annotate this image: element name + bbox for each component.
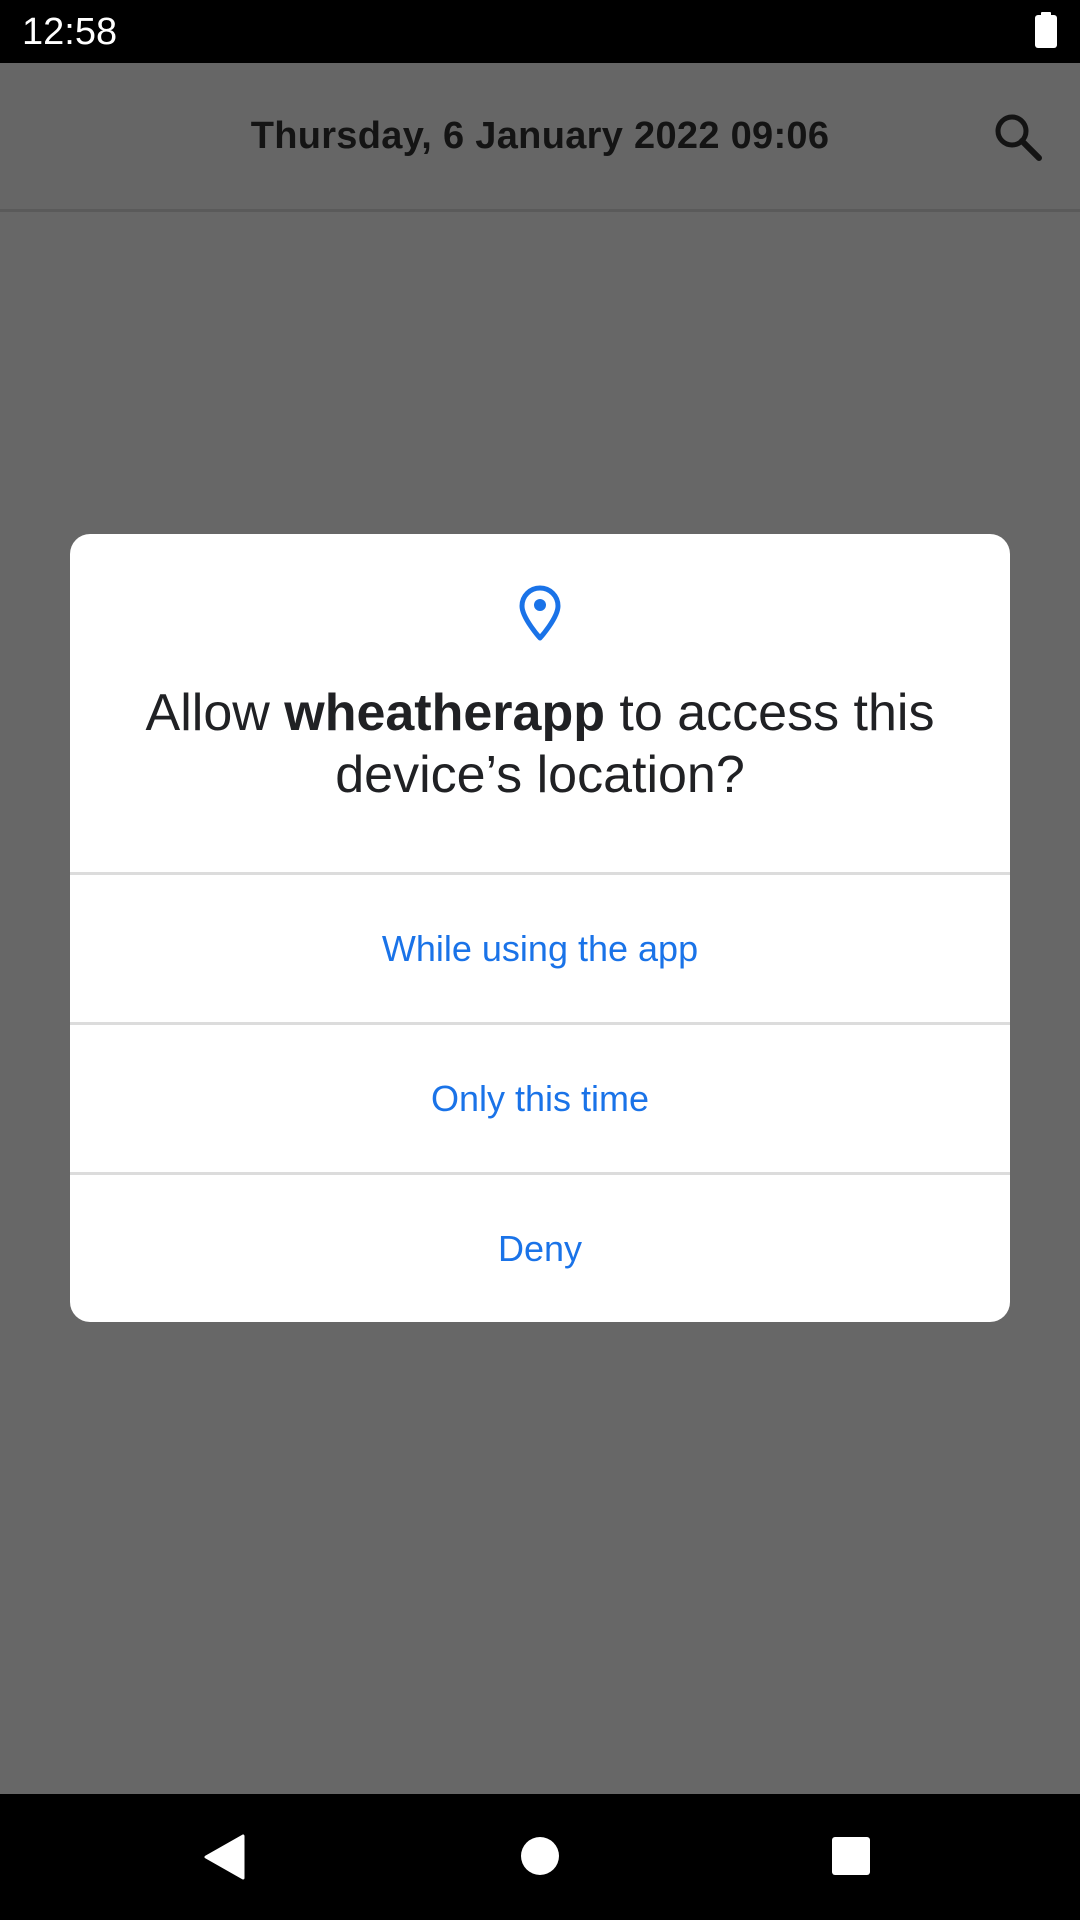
app-bar-title: Thursday, 6 January 2022 09:06 <box>250 115 830 157</box>
status-bar: 12:58 <box>0 0 1080 63</box>
screen: 12:58 Thursday, 6 January 2022 09:06 All… <box>0 0 1080 1920</box>
dialog-header: Allow wheatherapp to access this device’… <box>70 534 1010 872</box>
dialog-title-app-name: wheatherapp <box>284 684 605 742</box>
only-this-time-button[interactable]: Only this time <box>70 1025 1010 1172</box>
back-triangle-icon[interactable] <box>203 1834 245 1880</box>
navigation-bar <box>0 1794 1080 1920</box>
app-bar: Thursday, 6 January 2022 09:06 <box>0 63 1080 212</box>
search-icon[interactable] <box>992 111 1044 163</box>
while-using-app-button[interactable]: While using the app <box>70 875 1010 1022</box>
dialog-title-prefix: Allow <box>145 684 285 742</box>
deny-button[interactable]: Deny <box>70 1175 1010 1322</box>
recents-square-icon[interactable] <box>831 1836 871 1876</box>
location-pin-icon <box>518 584 562 642</box>
home-circle-icon[interactable] <box>520 1836 560 1876</box>
battery-full-icon <box>1034 12 1058 48</box>
permission-dialog: Allow wheatherapp to access this device’… <box>70 534 1010 1322</box>
dialog-title: Allow wheatherapp to access this device’… <box>120 682 960 806</box>
status-time: 12:58 <box>22 11 118 53</box>
